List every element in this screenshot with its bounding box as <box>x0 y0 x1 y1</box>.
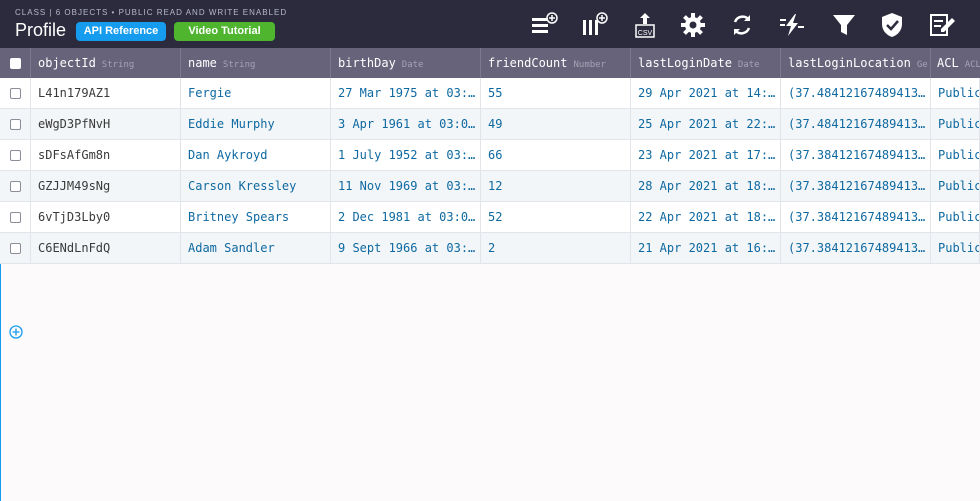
gear-icon[interactable] <box>677 9 709 41</box>
toolbar: CLASS | 6 OBJECTS • PUBLIC READ AND WRIT… <box>0 0 980 48</box>
edit-icon[interactable] <box>926 9 958 41</box>
cell-name[interactable]: Adam Sandler <box>181 233 331 264</box>
row-select-cell <box>0 202 31 233</box>
table-row: eWgD3PfNvH Eddie Murphy 3 Apr 1961 at 03:0… <box>0 109 980 140</box>
select-all-checkbox[interactable] <box>10 58 21 69</box>
cell-lastlogindate[interactable]: 29 Apr 2021 at 14:… <box>631 78 781 109</box>
cell-acl[interactable]: Public <box>931 109 980 140</box>
cell-name[interactable]: Carson Kressley <box>181 171 331 202</box>
cell-lastloginlocation[interactable]: (37.38412167489413… <box>781 140 931 171</box>
cell-objectid[interactable]: L41n179AZ1 <box>31 78 181 109</box>
cell-birthday[interactable]: 11 Nov 1969 at 03:… <box>331 171 481 202</box>
cell-objectid[interactable]: sDFsAfGm8n <box>31 140 181 171</box>
api-reference-button[interactable]: API Reference <box>76 22 166 41</box>
row-select-cell <box>0 78 31 109</box>
cell-friendcount[interactable]: 55 <box>481 78 631 109</box>
row-checkbox[interactable] <box>10 119 21 130</box>
column-header-birthday[interactable]: birthDay Date <box>331 48 481 78</box>
cell-lastlogindate[interactable]: 28 Apr 2021 at 18:… <box>631 171 781 202</box>
column-header-lastlogindate[interactable]: lastLoginDate Date <box>631 48 781 78</box>
cell-birthday[interactable]: 1 July 1952 at 03:… <box>331 140 481 171</box>
row-checkbox[interactable] <box>10 181 21 192</box>
cell-birthday[interactable]: 2 Dec 1981 at 03:0… <box>331 202 481 233</box>
cell-birthday[interactable]: 3 Apr 1961 at 03:0… <box>331 109 481 140</box>
table-row: sDFsAfGm8n Dan Aykroyd 1 July 1952 at 03:…… <box>0 140 980 171</box>
page-title: Profile <box>15 20 67 40</box>
add-column-icon[interactable] <box>578 9 610 41</box>
table-row: GZJJM49sNg Carson Kressley 11 Nov 1969 at … <box>0 171 980 202</box>
row-checkbox[interactable] <box>10 88 21 99</box>
cell-objectid[interactable]: eWgD3PfNvH <box>31 109 181 140</box>
cell-friendcount[interactable]: 49 <box>481 109 631 140</box>
column-header-friendcount[interactable]: friendCount Number <box>481 48 631 78</box>
table-row: C6ENdLnFdQ Adam Sandler 9 Sept 1966 at 03:… <box>0 233 980 264</box>
cell-acl[interactable]: Public <box>931 171 980 202</box>
row-checkbox[interactable] <box>10 243 21 254</box>
add-row-icon[interactable] <box>528 9 560 41</box>
cell-birthday[interactable]: 27 Mar 1975 at 03:… <box>331 78 481 109</box>
column-header-acl[interactable]: ACL ACL <box>931 48 980 78</box>
video-tutorial-button[interactable]: Video Tutorial <box>174 22 275 41</box>
table-row: L41n179AZ1 Fergie 27 Mar 1975 at 03:… 55 29 … <box>0 78 980 109</box>
cell-objectid[interactable]: GZJJM49sNg <box>31 171 181 202</box>
row-select-cell <box>0 109 31 140</box>
cell-acl[interactable]: Public <box>931 202 980 233</box>
column-header-objectid[interactable]: objectId String <box>31 48 181 78</box>
column-header-name[interactable]: name String <box>181 48 331 78</box>
shield-check-icon[interactable] <box>876 9 908 41</box>
row-select-cell <box>0 171 31 202</box>
cell-lastloginlocation[interactable]: (37.38412167489413… <box>781 233 931 264</box>
svg-text:CSV: CSV <box>638 30 653 37</box>
cell-objectid[interactable]: 6vTjD3Lby0 <box>31 202 181 233</box>
cell-lastloginlocation[interactable]: (37.48412167489413… <box>781 78 931 109</box>
column-header-lastloginlocation[interactable]: lastLoginLocation Ge <box>781 48 931 78</box>
refresh-icon[interactable] <box>726 9 758 41</box>
cell-birthday[interactable]: 9 Sept 1966 at 03:… <box>331 233 481 264</box>
cell-friendcount[interactable]: 12 <box>481 171 631 202</box>
class-subtitle: CLASS | 6 OBJECTS • PUBLIC READ AND WRIT… <box>15 8 288 17</box>
cell-lastloginlocation[interactable]: (37.38412167489413… <box>781 202 931 233</box>
select-all-header <box>0 48 31 78</box>
row-checkbox[interactable] <box>10 150 21 161</box>
row-checkbox[interactable] <box>10 212 21 223</box>
cell-lastlogindate[interactable]: 21 Apr 2021 at 16:… <box>631 233 781 264</box>
cell-acl[interactable]: Public <box>931 78 980 109</box>
row-select-cell <box>0 233 31 264</box>
cell-lastlogindate[interactable]: 22 Apr 2021 at 18:… <box>631 202 781 233</box>
cell-friendcount[interactable]: 66 <box>481 140 631 171</box>
cell-name[interactable]: Dan Aykroyd <box>181 140 331 171</box>
cell-name[interactable]: Eddie Murphy <box>181 109 331 140</box>
cell-acl[interactable]: Public <box>931 233 980 264</box>
cell-lastlogindate[interactable]: 23 Apr 2021 at 17:… <box>631 140 781 171</box>
cell-lastloginlocation[interactable]: (37.38412167489413… <box>781 171 931 202</box>
cell-objectid[interactable]: C6ENdLnFdQ <box>31 233 181 264</box>
table-row: 6vTjD3Lby0 Britney Spears 2 Dec 1981 at 03… <box>0 202 980 233</box>
cell-name[interactable]: Fergie <box>181 78 331 109</box>
cell-lastlogindate[interactable]: 25 Apr 2021 at 22:… <box>631 109 781 140</box>
cell-friendcount[interactable]: 2 <box>481 233 631 264</box>
export-csv-icon[interactable]: CSV <box>629 9 661 41</box>
cell-friendcount[interactable]: 52 <box>481 202 631 233</box>
cell-lastloginlocation[interactable]: (37.48412167489413… <box>781 109 931 140</box>
trigger-icon[interactable] <box>776 9 808 41</box>
row-select-cell <box>0 140 31 171</box>
filter-icon[interactable] <box>828 9 860 41</box>
add-row-plus-icon[interactable] <box>9 325 23 339</box>
cell-acl[interactable]: Public <box>931 140 980 171</box>
cell-name[interactable]: Britney Spears <box>181 202 331 233</box>
